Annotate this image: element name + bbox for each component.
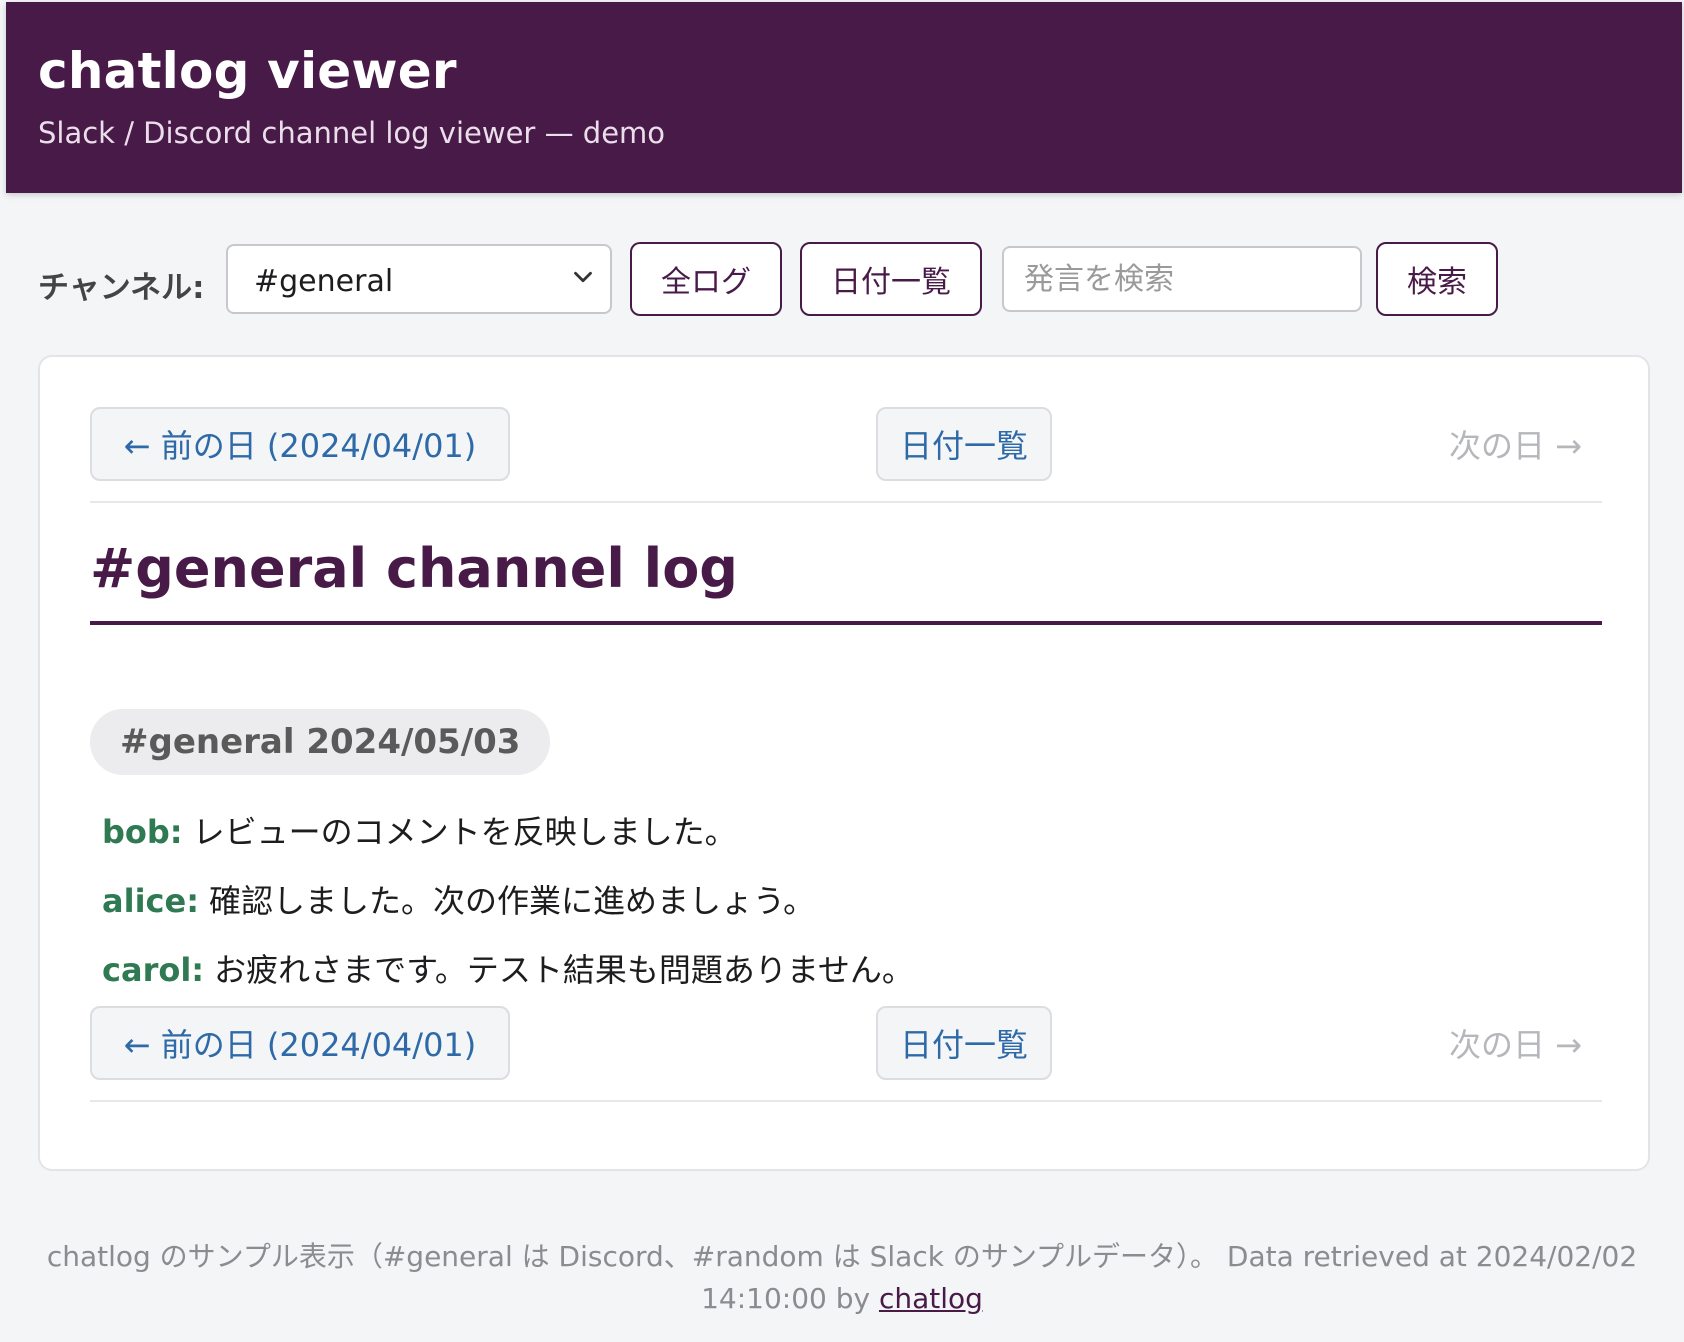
channel-select[interactable]: #general — [226, 244, 612, 314]
search-button[interactable]: 検索 — [1376, 242, 1498, 316]
message-item: bob: レビューのコメントを反映しました。 — [102, 807, 737, 853]
site-title: chatlog viewer — [38, 42, 457, 100]
message-text: お疲れさまです。テスト結果も問題ありません。 — [214, 951, 914, 989]
site-header: chatlog viewer Slack / Discord channel l… — [6, 2, 1682, 193]
prev-day-button[interactable]: ← 前の日 (2024/04/01) — [90, 1006, 510, 1080]
day-nav-top: ← 前の日 (2024/04/01) 日付一覧 次の日 → — [90, 407, 1602, 503]
search-input[interactable] — [1002, 246, 1362, 312]
date-index-button[interactable]: 日付一覧 — [876, 407, 1052, 481]
site-subtitle: Slack / Discord channel log viewer — dem… — [38, 116, 666, 150]
message-username: carol: — [102, 951, 205, 989]
footer-credit: 14:10:00 by chatlog — [0, 1278, 1684, 1320]
chevron-down-icon — [574, 271, 592, 283]
browser-viewport: chatlog viewer Slack / Discord channel l… — [0, 0, 1684, 1342]
footer-timestamp: 14:10:00 by — [701, 1282, 879, 1315]
all-logs-button[interactable]: 全ログ — [630, 242, 782, 316]
prev-day-button[interactable]: ← 前の日 (2024/04/01) — [90, 407, 510, 481]
page: chatlog viewer Slack / Discord channel l… — [0, 0, 1684, 1342]
channel-label: チャンネル: — [38, 270, 205, 306]
channel-select-value: #general — [254, 264, 394, 299]
message-username: alice: — [102, 882, 199, 920]
toolbar: チャンネル: #general 全ログ 日付一覧 検索 — [38, 242, 1498, 318]
message-text: 確認しました。次の作業に進めましょう。 — [209, 882, 816, 920]
message-item: carol: お疲れさまです。テスト結果も問題ありません。 — [102, 945, 914, 991]
site-footer: chatlog のサンプル表示（#general は Discord、#rand… — [0, 1236, 1684, 1320]
date-heading: #general 2024/05/03 — [90, 709, 551, 775]
message-item: alice: 確認しました。次の作業に進めましょう。 — [102, 876, 815, 922]
day-nav-bottom: ← 前の日 (2024/04/01) 日付一覧 次の日 → — [90, 1006, 1602, 1102]
message-username: bob: — [102, 813, 183, 851]
footer-chatlog-link[interactable]: chatlog — [879, 1282, 983, 1315]
footer-note: chatlog のサンプル表示（#general は Discord、#rand… — [46, 1240, 1638, 1273]
message-text: レビューのコメントを反映しました。 — [192, 813, 737, 851]
date-index-button[interactable]: 日付一覧 — [876, 1006, 1052, 1080]
next-day-disabled: 次の日 → — [1449, 427, 1582, 465]
date-list-button[interactable]: 日付一覧 — [800, 242, 982, 316]
page-title: #general channel log — [90, 537, 738, 600]
next-day-disabled: 次の日 → — [1449, 1026, 1582, 1064]
log-card: ← 前の日 (2024/04/01) 日付一覧 次の日 → #general c… — [38, 355, 1650, 1171]
title-divider — [90, 621, 1602, 625]
